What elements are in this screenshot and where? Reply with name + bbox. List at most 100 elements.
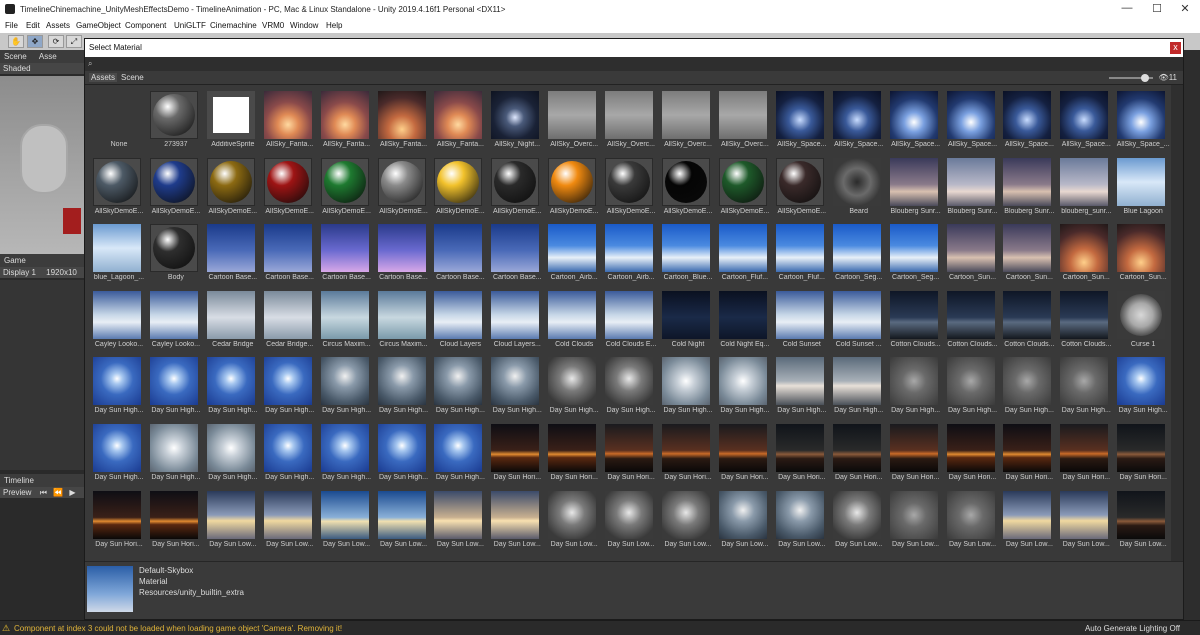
material-item[interactable]: Day Sun Low...	[262, 485, 318, 548]
material-item[interactable]: Cartoon Base...	[205, 218, 261, 281]
scene-viewport[interactable]	[0, 76, 84, 254]
material-item[interactable]: Cold Sunset ...	[831, 285, 887, 348]
material-item[interactable]: Cartoon_Airb...	[603, 218, 659, 281]
rotate-tool-icon[interactable]: ⟳	[48, 35, 64, 48]
dialog-close-button[interactable]: x	[1170, 42, 1181, 54]
material-item[interactable]: Day Sun Low...	[603, 485, 659, 548]
tab-scene-objects[interactable]: Scene	[119, 73, 146, 82]
tab-assets-store[interactable]: Asse	[39, 52, 57, 61]
material-item[interactable]: Day Sun High...	[262, 351, 318, 414]
material-item[interactable]: AllSkyDemoE...	[432, 152, 488, 215]
menu-vrm0[interactable]: VRM0	[262, 21, 284, 30]
material-item[interactable]: AllSky_Overc...	[660, 85, 716, 148]
material-item[interactable]: Day Sun High...	[774, 351, 830, 414]
material-item[interactable]: Day Sun Hori...	[91, 485, 147, 548]
material-item[interactable]: Day Sun Low...	[432, 485, 488, 548]
material-item[interactable]: Day Sun Low...	[717, 485, 773, 548]
material-item[interactable]: Cotton Clouds...	[888, 285, 944, 348]
menu-help[interactable]: Help	[326, 21, 342, 30]
material-item[interactable]: Cartoon_Blue...	[660, 218, 716, 281]
material-item[interactable]: AllSky_Space_...	[1115, 85, 1171, 148]
material-item[interactable]: Circus Maxim...	[376, 285, 432, 348]
material-item[interactable]: AllSkyDemoE...	[603, 152, 659, 215]
material-item[interactable]: Day Sun High...	[376, 418, 432, 481]
tab-timeline[interactable]: Timeline	[0, 474, 84, 487]
material-item[interactable]: Cartoon Base...	[432, 218, 488, 281]
material-item[interactable]: Day Sun Hori...	[831, 418, 887, 481]
material-item[interactable]: Cartoon_Sun...	[1001, 218, 1057, 281]
material-item[interactable]: AllSky_Space...	[831, 85, 887, 148]
close-window-button[interactable]: ✕	[1170, 2, 1200, 17]
material-item[interactable]: AllSkyDemoE...	[148, 152, 204, 215]
material-item[interactable]: Day Sun High...	[91, 418, 147, 481]
material-item[interactable]: AllSky_Overc...	[603, 85, 659, 148]
skip-start-icon[interactable]: ⏮	[40, 488, 47, 497]
material-item[interactable]: AllSkyDemoE...	[376, 152, 432, 215]
material-item[interactable]: Day Sun Low...	[774, 485, 830, 548]
material-item[interactable]: Cold Clouds	[546, 285, 602, 348]
material-item[interactable]: Day Sun High...	[831, 351, 887, 414]
material-item[interactable]: None	[91, 85, 147, 148]
slider-knob[interactable]	[1141, 74, 1149, 82]
material-item[interactable]: Blouberg Sunr...	[888, 152, 944, 215]
material-item[interactable]: Cartoon_Airb...	[546, 218, 602, 281]
material-item[interactable]: Cayley Looko...	[91, 285, 147, 348]
resolution-dropdown[interactable]: 1920x10	[46, 268, 77, 277]
material-item[interactable]: AllSky_Fanta...	[319, 85, 375, 148]
material-item[interactable]: Day Sun High...	[603, 351, 659, 414]
material-item[interactable]: Day Sun High...	[717, 351, 773, 414]
material-item[interactable]: Day Sun Hori...	[1115, 418, 1171, 481]
material-item[interactable]: Cartoon_Sun...	[1115, 218, 1171, 281]
menu-uniglTF[interactable]: UniGLTF	[174, 21, 206, 30]
material-item[interactable]: Day Sun High...	[205, 351, 261, 414]
material-item[interactable]: Cold Sunset	[774, 285, 830, 348]
material-item[interactable]: Day Sun Hori...	[489, 418, 545, 481]
material-item[interactable]: Day Sun High...	[888, 351, 944, 414]
material-item[interactable]: Cartoon Base...	[319, 218, 375, 281]
tab-game[interactable]: Game	[0, 254, 84, 267]
material-item[interactable]: Day Sun Low...	[831, 485, 887, 548]
menu-window[interactable]: Window	[290, 21, 318, 30]
material-item[interactable]: Day Sun Hori...	[1001, 418, 1057, 481]
menu-assets[interactable]: Assets	[46, 21, 70, 30]
play-icon[interactable]: ▶	[69, 488, 75, 497]
tab-assets[interactable]: Assets	[89, 73, 118, 82]
material-item[interactable]: Day Sun High...	[262, 418, 318, 481]
material-item[interactable]: Cartoon Base...	[489, 218, 545, 281]
material-item[interactable]: Cloud Layers...	[489, 285, 545, 348]
material-item[interactable]: Day Sun Low...	[546, 485, 602, 548]
display-dropdown[interactable]: Display 1	[3, 268, 36, 277]
material-item[interactable]: Cotton Clouds...	[945, 285, 1001, 348]
material-item[interactable]: AllSkyDemoE...	[546, 152, 602, 215]
material-item[interactable]: Day Sun High...	[1115, 351, 1171, 414]
tab-scene[interactable]: Scene	[4, 52, 27, 61]
material-item[interactable]: Day Sun Low...	[319, 485, 375, 548]
material-item[interactable]: AllSky_Overc...	[546, 85, 602, 148]
material-item[interactable]: Day Sun High...	[432, 351, 488, 414]
material-item[interactable]: Day Sun High...	[148, 418, 204, 481]
status-message[interactable]: Component at index 3 could not be loaded…	[14, 624, 342, 633]
material-item[interactable]: Day Sun Hori...	[148, 485, 204, 548]
scale-tool-icon[interactable]: ⤢	[66, 35, 82, 48]
material-item[interactable]: Cayley Looko...	[148, 285, 204, 348]
material-item[interactable]: Day Sun High...	[205, 418, 261, 481]
material-item[interactable]: 273937	[148, 85, 204, 148]
material-item[interactable]: Cartoon_Seg...	[831, 218, 887, 281]
material-item[interactable]: Blouberg Sunr...	[945, 152, 1001, 215]
material-item[interactable]: Day Sun Low...	[1115, 485, 1171, 548]
move-tool-icon[interactable]: ✥	[27, 35, 43, 48]
material-item[interactable]: Day Sun High...	[91, 351, 147, 414]
material-item[interactable]: Day Sun Hori...	[1058, 418, 1114, 481]
material-item[interactable]: Day Sun Low...	[1058, 485, 1114, 548]
material-item[interactable]: Day Sun Low...	[1001, 485, 1057, 548]
menu-gameobject[interactable]: GameObject	[76, 21, 121, 30]
material-item[interactable]: Day Sun Low...	[888, 485, 944, 548]
material-item[interactable]: Day Sun Hori...	[945, 418, 1001, 481]
auto-lighting-status[interactable]: Auto Generate Lighting Off	[1085, 624, 1180, 633]
material-item[interactable]: Cotton Clouds...	[1058, 285, 1114, 348]
material-item[interactable]: Day Sun Hori...	[774, 418, 830, 481]
material-item[interactable]: AllSky_Space...	[774, 85, 830, 148]
material-item[interactable]: Blouberg Sunr...	[1001, 152, 1057, 215]
material-item[interactable]: blue_Lagoon_...	[91, 218, 147, 281]
menu-file[interactable]: File	[5, 21, 18, 30]
